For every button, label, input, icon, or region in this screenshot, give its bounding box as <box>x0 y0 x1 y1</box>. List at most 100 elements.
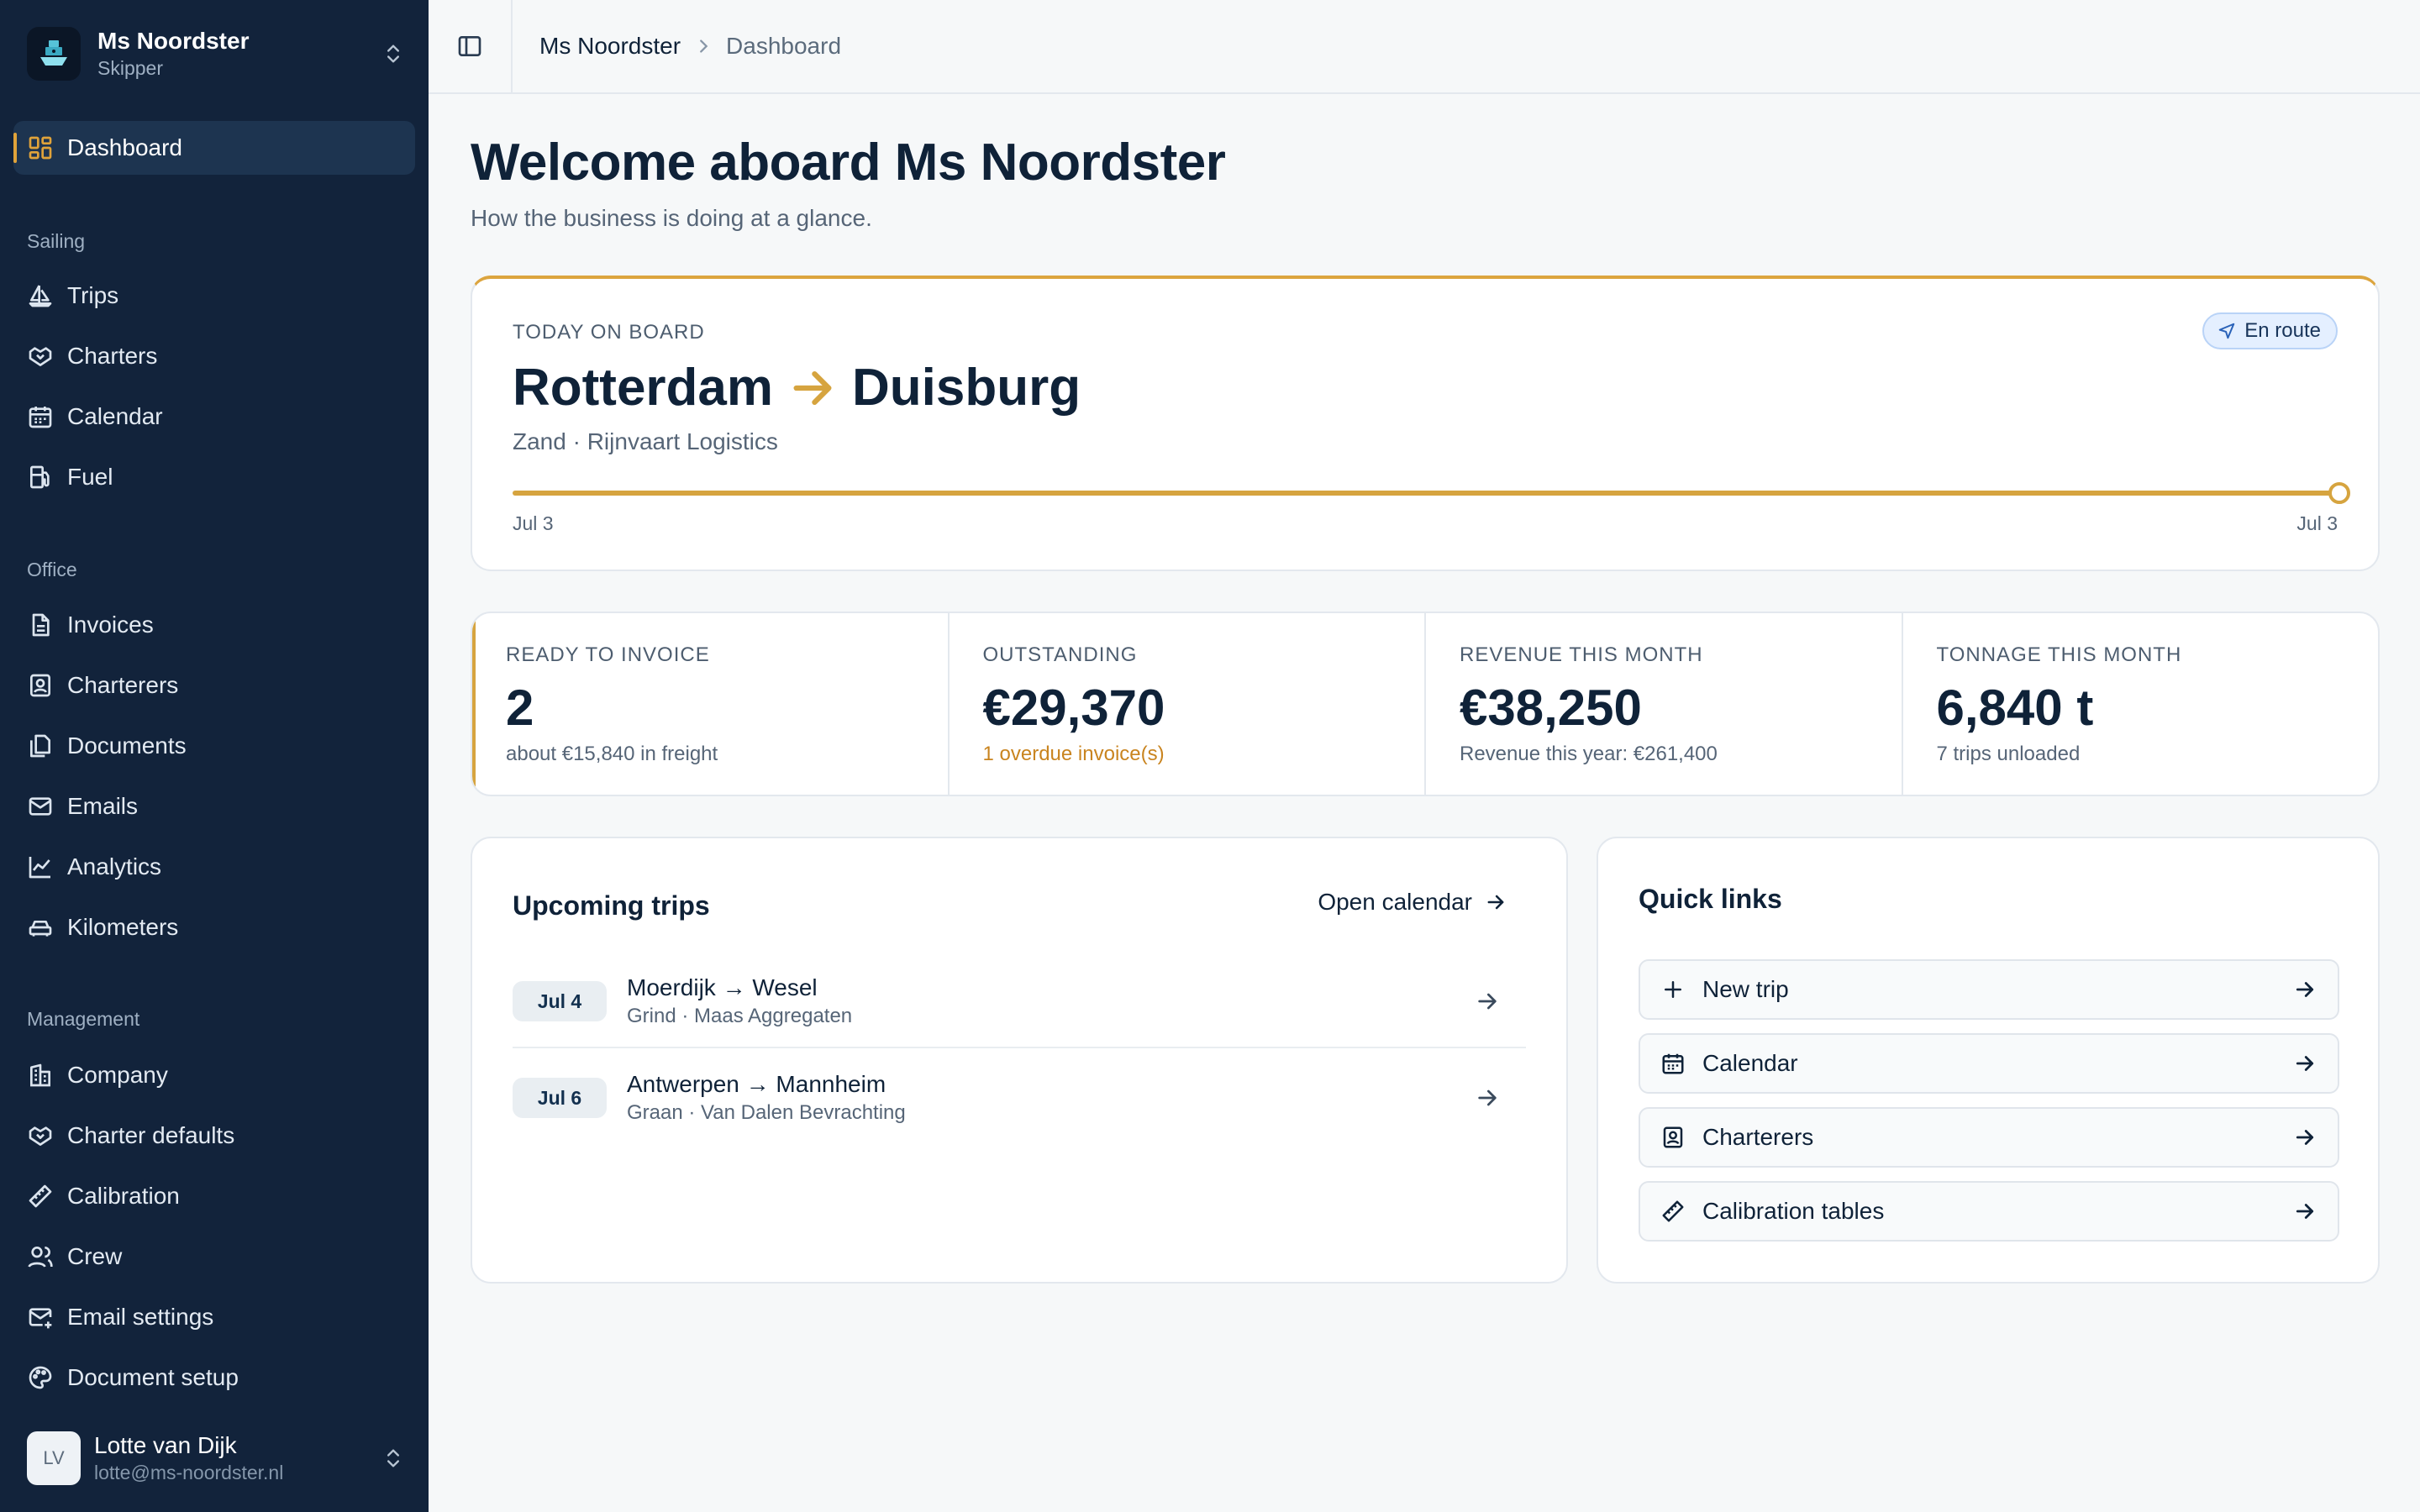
page-title: Welcome aboard Ms Noordster <box>471 134 1226 192</box>
sidebar-item-company[interactable]: Company <box>13 1048 415 1102</box>
sidebar-item-label: Invoices <box>67 612 154 638</box>
sidebar-item-invoices[interactable]: Invoices <box>13 598 415 652</box>
quick-link-label: New trip <box>1702 976 1789 1002</box>
sidebar: Ms Noordster Skipper Dashboard Sailing T… <box>0 0 429 1512</box>
user-menu[interactable]: LV Lotte van Dijk lotte@ms-noordster.nl <box>27 1428 415 1488</box>
trip-route: Antwerpen → Mannheim <box>627 1071 886 1097</box>
page-subtitle: How the business is doing at a glance. <box>471 205 872 231</box>
trip-end-date: Jul 3 <box>2296 512 2338 534</box>
sidebar-item-crew[interactable]: Crew <box>13 1230 415 1284</box>
quick-link-new-trip[interactable]: New trip <box>1639 959 2339 1020</box>
sidebar-item-label: Kilometers <box>67 914 179 940</box>
topbar: Ms Noordster Dashboard <box>429 0 2420 94</box>
fuel-icon <box>30 465 50 489</box>
upcoming-trips-title: Upcoming trips <box>513 890 710 921</box>
stat-revenue-this-month[interactable]: REVENUE THIS MONTH €38,250 Revenue this … <box>1426 613 1903 795</box>
sidebar-item-dashboard[interactable]: Dashboard <box>13 121 415 175</box>
stat-sub: about €15,840 in freight <box>506 743 718 765</box>
sidebar-item-emails[interactable]: Emails <box>13 780 415 833</box>
sidebar-toggle-button[interactable] <box>429 0 513 92</box>
sidebar-item-documents[interactable]: Documents <box>13 719 415 773</box>
stat-value: €29,370 <box>982 680 1165 736</box>
boat-logo-icon <box>27 27 81 81</box>
open-calendar-link[interactable]: Open calendar <box>1318 889 1507 916</box>
sidebar-item-trips[interactable]: Trips <box>13 269 415 323</box>
stat-sub: 1 overdue invoice(s) <box>982 743 1165 765</box>
vessel-name: Ms Noordster <box>97 28 250 54</box>
trip-progress-marker <box>2328 482 2350 504</box>
sidebar-item-label: Company <box>67 1062 168 1088</box>
sidebar-item-label: Calendar <box>67 403 163 429</box>
stat-value: 2 <box>506 680 534 736</box>
trip-cargo: Graan · Van Dalen Bevrachting <box>627 1101 906 1124</box>
upcoming-trips-card: Upcoming trips Open calendar Jul 4 Moerd… <box>471 837 1568 1284</box>
sidebar-section-sailing: Sailing <box>27 230 86 252</box>
mail-settings-icon <box>29 1308 52 1329</box>
stat-label: TONNAGE THIS MONTH <box>1936 643 2182 666</box>
quick-link-charterers[interactable]: Charterers <box>1639 1107 2339 1168</box>
quick-link-label: Charterers <box>1702 1124 1814 1150</box>
sidebar-item-charter-defaults[interactable]: Charter defaults <box>13 1109 415 1163</box>
building-icon <box>30 1063 50 1087</box>
status-badge: En route <box>2202 312 2338 349</box>
open-calendar-label: Open calendar <box>1318 889 1472 915</box>
ruler-icon <box>1662 1200 1684 1222</box>
stat-label: READY TO INVOICE <box>506 643 710 666</box>
sidebar-item-calibration[interactable]: Calibration <box>13 1169 415 1223</box>
arrow-right-icon <box>2296 1056 2314 1071</box>
dashboard-grid-icon <box>29 136 52 160</box>
today-cargo: Zand · Rijnvaart Logistics <box>513 428 778 454</box>
line-chart-icon <box>29 857 50 879</box>
trip-date-badge: Jul 6 <box>513 1078 607 1118</box>
quick-link-calendar[interactable]: Calendar <box>1639 1033 2339 1094</box>
today-route: Rotterdam Duisburg <box>513 358 1081 417</box>
route-destination: Duisburg <box>852 359 1081 417</box>
vessel-switcher[interactable]: Ms Noordster Skipper <box>27 25 415 82</box>
sidebar-item-kilometers[interactable]: Kilometers <box>13 900 415 954</box>
sidebar-item-charterers[interactable]: Charterers <box>13 659 415 712</box>
sidebar-section-office: Office <box>27 559 77 580</box>
ruler-icon <box>29 1184 52 1208</box>
sidebar-item-calendar[interactable]: Calendar <box>13 390 415 444</box>
stat-value: €38,250 <box>1460 680 1642 736</box>
handshake-icon <box>29 1126 52 1146</box>
stat-tonnage-this-month[interactable]: TONNAGE THIS MONTH 6,840 t 7 trips unloa… <box>1903 613 2379 795</box>
contact-card-icon <box>30 674 50 697</box>
quick-link-label: Calendar <box>1702 1050 1798 1076</box>
breadcrumb-root[interactable]: Ms Noordster <box>539 33 681 60</box>
sidebar-item-document-setup[interactable]: Document setup <box>13 1351 415 1404</box>
handshake-icon <box>29 347 52 366</box>
sidebar-item-label: Email settings <box>67 1304 214 1330</box>
sidebar-item-label: Documents <box>67 732 187 759</box>
arrow-right-icon <box>1478 1089 1497 1106</box>
quick-link-calibration-tables[interactable]: Calibration tables <box>1639 1181 2339 1242</box>
stat-sub: 7 trips unloaded <box>1936 743 2081 765</box>
quick-links-card: Quick links New trip Calendar Charterers <box>1597 837 2380 1284</box>
sidebar-item-label: Emails <box>67 793 139 819</box>
sidebar-item-label: Fuel <box>67 464 113 490</box>
sidebar-item-label: Trips <box>67 282 119 308</box>
arrow-right-icon <box>1487 895 1504 910</box>
calendar-icon <box>29 407 52 428</box>
quick-links-title: Quick links <box>1639 884 1782 914</box>
stats-card: READY TO INVOICE 2 about €15,840 in frei… <box>471 612 2380 796</box>
navigation-icon <box>2219 323 2235 339</box>
sidebar-item-analytics[interactable]: Analytics <box>13 840 415 894</box>
stat-ready-to-invoice[interactable]: READY TO INVOICE 2 about €15,840 in frei… <box>472 613 950 795</box>
stat-outstanding[interactable]: OUTSTANDING €29,370 1 overdue invoice(s) <box>950 613 1426 795</box>
avatar: LV <box>27 1431 81 1485</box>
trip-row[interactable]: Jul 4 Moerdijk → Wesel Grind · Maas Aggr… <box>513 956 1526 1048</box>
sidebar-item-email-settings[interactable]: Email settings <box>13 1290 415 1344</box>
today-on-board-card: TODAY ON BOARD En route Rotterdam Duisbu… <box>471 276 2380 571</box>
trip-row[interactable]: Jul 6 Antwerpen → Mannheim Graan · Van D… <box>513 1052 1526 1144</box>
sidebar-item-charters[interactable]: Charters <box>13 329 415 383</box>
sidebar-item-label: Document setup <box>67 1364 239 1390</box>
sidebar-item-fuel[interactable]: Fuel <box>13 450 415 504</box>
plus-icon <box>1665 981 1681 998</box>
arrow-right-icon <box>2296 982 2314 997</box>
trip-route: Moerdijk → Wesel <box>627 974 818 1000</box>
user-email: lotte@ms-noordster.nl <box>94 1462 284 1483</box>
mail-icon <box>29 797 52 816</box>
sidebar-item-label: Crew <box>67 1243 123 1269</box>
quick-link-label: Calibration tables <box>1702 1198 1885 1224</box>
